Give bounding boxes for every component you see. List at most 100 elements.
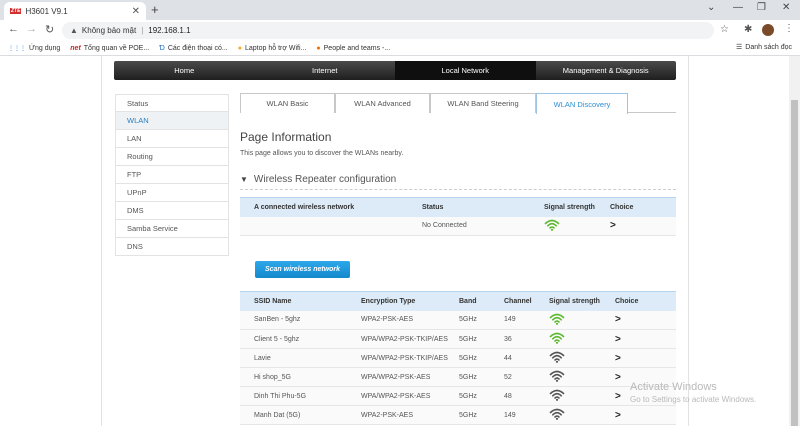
sidebar-item-lan[interactable]: LAN — [115, 130, 229, 148]
ssid-cell: Dinh Thi Phu-5G — [240, 386, 361, 406]
nav-management-diagnosis[interactable]: Management & Diagnosis — [536, 61, 677, 80]
reading-list[interactable]: ☰ Danh sách đọc — [736, 43, 792, 52]
chevron-right-icon[interactable]: > — [615, 391, 621, 402]
bookmark-people[interactable]: ● People and teams -... — [316, 45, 390, 52]
channel-cell: 36 — [504, 329, 549, 349]
signal-cell — [549, 348, 611, 368]
channel-cell: 149 — [504, 310, 549, 330]
browser-menu-icon[interactable]: ⋮ — [784, 23, 794, 34]
omnibox[interactable]: ▲ Không bảo mật | 192.168.1.1 — [62, 22, 714, 39]
tab-wlan-basic[interactable]: WLAN Basic — [240, 93, 335, 113]
page-description: This page allows you to discover the WLA… — [240, 150, 404, 157]
chevron-right-icon[interactable]: > — [615, 410, 621, 421]
table-row: Dinh Thi Phu-5G WPA/WPA2-PSK-AES 5GHz 48 > — [240, 386, 676, 406]
channel-cell: 149 — [504, 405, 549, 425]
sidebar-item-wlan[interactable]: WLAN — [115, 112, 229, 130]
wlan-list-table: SSID Name Encryption Type Band Channel S… — [240, 291, 676, 425]
warning-icon[interactable]: ▲ — [70, 26, 78, 35]
col-choice: Choice — [611, 291, 676, 311]
encryption-cell: WPA2-PSK-AES — [361, 310, 459, 330]
channel-cell: 52 — [504, 367, 549, 387]
wifi-signal-icon — [549, 351, 565, 365]
ssid-cell: Lavie — [240, 348, 361, 368]
band-cell: 5GHz — [459, 348, 504, 368]
window-close-icon[interactable]: ✕ — [782, 2, 790, 13]
scan-wireless-network-button[interactable]: Scan wireless network — [255, 261, 350, 278]
main-nav: Home Internet Local Network Management &… — [114, 61, 676, 80]
col-ssid: SSID Name — [240, 291, 361, 311]
col-status: Status — [408, 197, 544, 217]
sidebar-item-upnp[interactable]: UPnP — [115, 184, 229, 202]
net-logo-icon: net — [70, 44, 81, 52]
browser-tab[interactable]: ZTE H3601 V9.1 ✕ — [4, 2, 146, 20]
band-cell: 5GHz — [459, 367, 504, 387]
wifi-signal-icon — [549, 332, 565, 346]
close-tab-icon[interactable]: ✕ — [132, 6, 140, 17]
reload-icon[interactable]: ↻ — [45, 23, 54, 36]
nav-local-network[interactable]: Local Network — [395, 61, 536, 80]
nav-internet[interactable]: Internet — [255, 61, 396, 80]
signal-cell — [549, 367, 611, 387]
tab-wlan-advanced[interactable]: WLAN Advanced — [335, 93, 430, 113]
col-signal: Signal strength — [544, 197, 606, 217]
sidebar: Status WLAN LAN Routing FTP UPnP DMS Sam… — [115, 94, 229, 256]
restore-icon[interactable]: ❐ — [757, 2, 766, 13]
sidebar-item-routing[interactable]: Routing — [115, 148, 229, 166]
wlan-subtabs: WLAN Basic WLAN Advanced WLAN Band Steer… — [240, 93, 676, 114]
wifi-signal-icon — [544, 219, 560, 233]
ssid-cell: Client 5 - 5ghz — [240, 329, 361, 349]
connected-network-cell — [240, 216, 408, 236]
sidebar-item-ftp[interactable]: FTP — [115, 166, 229, 184]
channel-cell: 48 — [504, 386, 549, 406]
back-icon[interactable]: ← — [8, 23, 19, 35]
signal-cell — [544, 216, 606, 236]
tab-wlan-discovery[interactable]: WLAN Discovery — [536, 93, 628, 114]
choice-cell: > — [611, 386, 676, 406]
nav-home[interactable]: Home — [114, 61, 255, 80]
profile-avatar[interactable] — [762, 24, 774, 36]
new-tab-button[interactable]: + — [151, 2, 159, 17]
security-label[interactable]: Không bảo mật — [82, 26, 136, 35]
encryption-cell: WPA/WPA2-PSK-AES — [361, 386, 459, 406]
bookmark-star-icon[interactable]: ☆ — [720, 24, 729, 35]
bookmark-phones[interactable]: Ɗ Các điện thoại có... — [159, 45, 228, 52]
sidebar-item-samba[interactable]: Samba Service — [115, 220, 229, 238]
url-text[interactable]: 192.168.1.1 — [148, 26, 190, 35]
chevron-right-icon[interactable]: > — [615, 314, 621, 325]
signal-cell — [549, 405, 611, 425]
table-row: SanBen - 5ghz WPA2-PSK-AES 5GHz 149 > — [240, 310, 676, 330]
chevron-right-icon[interactable]: > — [615, 334, 621, 345]
band-cell: 5GHz — [459, 310, 504, 330]
minimize-icon[interactable]: — — [733, 2, 743, 13]
scrollbar-thumb[interactable] — [791, 100, 798, 426]
signal-cell — [549, 386, 611, 406]
wifi-signal-icon — [549, 389, 565, 403]
sidebar-item-status[interactable]: Status — [115, 94, 229, 112]
wifi-signal-icon — [549, 370, 565, 384]
encryption-cell: WPA/WPA2-PSK-TKIP/AES — [361, 348, 459, 368]
sidebar-item-dms[interactable]: DMS — [115, 202, 229, 220]
chevron-right-icon[interactable]: > — [610, 220, 616, 231]
signal-cell — [549, 310, 611, 330]
signal-cell — [549, 329, 611, 349]
tab-search-icon[interactable]: ⌄ — [707, 2, 715, 13]
channel-cell: 44 — [504, 348, 549, 368]
col-connected-network: A connected wireless network — [240, 197, 408, 217]
extensions-puzzle-icon[interactable]: ✱ — [744, 24, 752, 35]
repeater-section-toggle[interactable]: ▼ Wireless Repeater configuration — [240, 174, 676, 190]
chevron-right-icon[interactable]: > — [615, 353, 621, 364]
band-cell: 5GHz — [459, 329, 504, 349]
chevron-right-icon[interactable]: > — [615, 372, 621, 383]
bookmark-apps[interactable]: ⋮⋮⋮ Ứng dụng — [8, 45, 60, 52]
address-bar-row: ← → ↻ ▲ Không bảo mật | 192.168.1.1 ☆ ✱ … — [0, 20, 800, 41]
omnibox-separator: | — [141, 26, 144, 35]
bookmark-poe[interactable]: net Tổng quan về POE... — [70, 45, 149, 52]
sidebar-item-dns[interactable]: DNS — [115, 238, 229, 256]
choice-cell: > — [611, 348, 676, 368]
page-scrollbar[interactable] — [789, 56, 800, 426]
forward-icon[interactable]: → — [26, 23, 37, 35]
col-signal-strength: Signal strength — [549, 291, 611, 311]
table-row: Lavie WPA/WPA2-PSK-TKIP/AES 5GHz 44 > — [240, 348, 676, 368]
bookmark-laptop[interactable]: ● Laptop hỗ trợ Wifi... — [238, 45, 307, 52]
tab-wlan-band-steering[interactable]: WLAN Band Steering — [430, 93, 536, 113]
